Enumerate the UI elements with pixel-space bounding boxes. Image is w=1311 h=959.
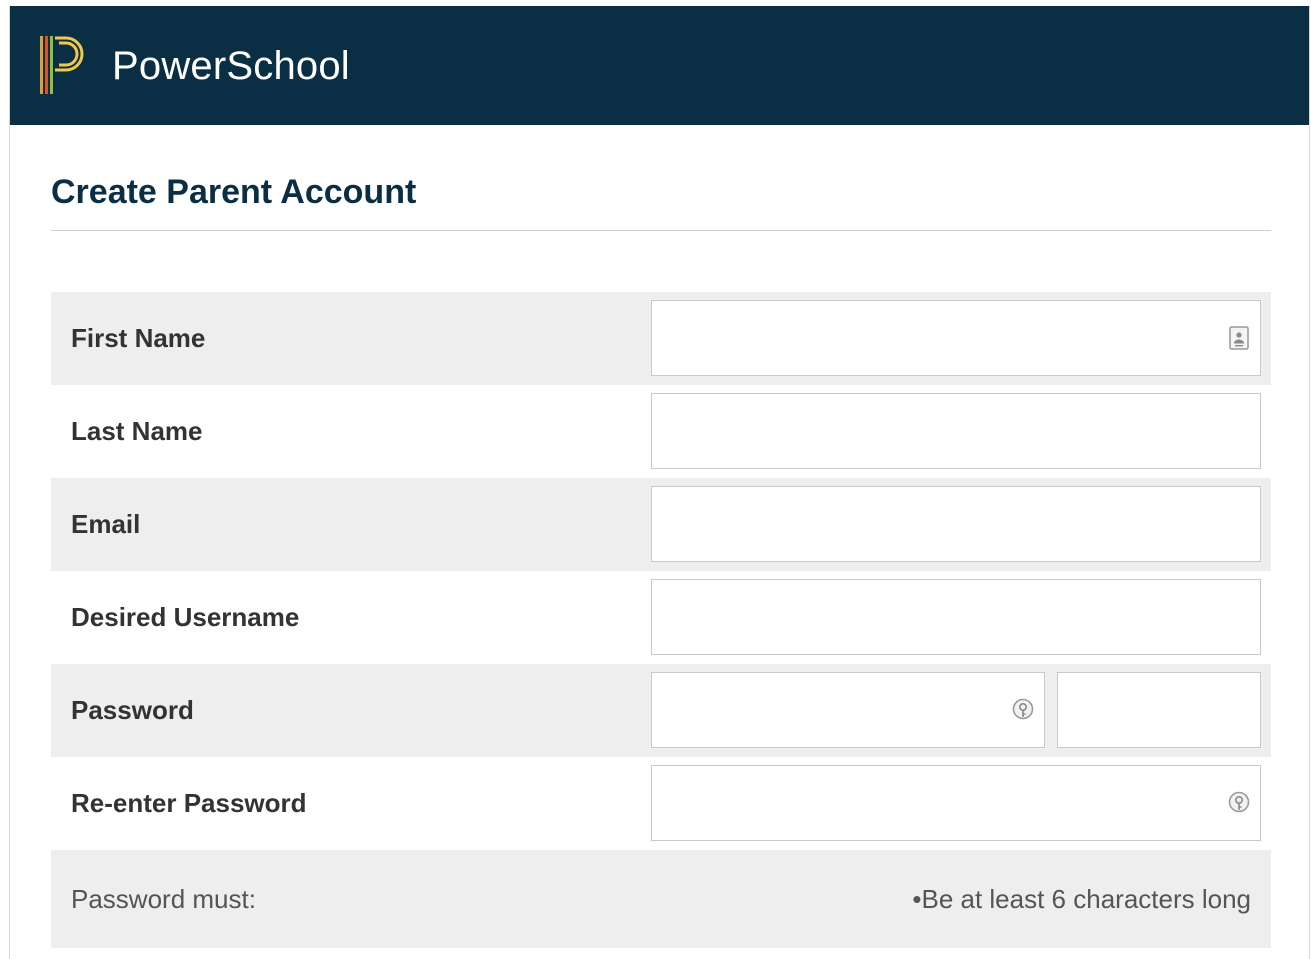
last-name-label: Last Name <box>71 416 203 446</box>
password-requirements-label: Password must: <box>71 884 256 914</box>
app-header: PowerSchool <box>10 6 1309 125</box>
powerschool-logo-icon <box>40 36 84 94</box>
username-field-wrapper <box>651 579 1261 655</box>
page-frame: PowerSchool Create Parent Account First … <box>9 6 1310 959</box>
password-requirements-row: Password must: •Be at least 6 characters… <box>51 850 1271 948</box>
form-row-email: Email <box>51 478 1271 571</box>
contact-card-icon[interactable] <box>1226 325 1252 351</box>
page-title: Create Parent Account <box>51 173 417 211</box>
form-row-password: Password <box>51 664 1271 757</box>
first-name-input[interactable] <box>652 301 1260 375</box>
form-row-first-name: First Name <box>51 292 1271 385</box>
password-input[interactable] <box>652 673 1044 747</box>
reenter-password-label: Re-enter Password <box>71 788 307 818</box>
last-name-input[interactable] <box>652 394 1260 468</box>
email-input[interactable] <box>652 487 1260 561</box>
last-name-field-wrapper <box>651 393 1261 469</box>
password-key-icon[interactable] <box>1226 790 1252 816</box>
username-input[interactable] <box>652 580 1260 654</box>
username-label: Desired Username <box>71 602 300 632</box>
password-strength-field <box>1058 673 1260 747</box>
first-name-label: First Name <box>71 323 206 353</box>
reenter-password-input[interactable] <box>652 766 1260 840</box>
create-account-form: First Name Last Name Email Desired Usern… <box>51 292 1271 948</box>
first-name-field-wrapper <box>651 300 1261 376</box>
password-label: Password <box>71 695 194 725</box>
password-rule-length: •Be at least 6 characters long <box>912 884 1251 914</box>
title-divider <box>51 230 1271 231</box>
form-row-reenter-password: Re-enter Password <box>51 757 1271 850</box>
reenter-password-field-wrapper <box>651 765 1261 841</box>
email-field-wrapper <box>651 486 1261 562</box>
password-field-wrapper <box>651 672 1045 748</box>
form-row-last-name: Last Name <box>51 385 1271 478</box>
form-row-username: Desired Username <box>51 571 1271 664</box>
brand-name: PowerSchool <box>112 44 350 88</box>
password-key-icon[interactable] <box>1010 697 1036 723</box>
password-strength-box <box>1057 672 1261 748</box>
email-label: Email <box>71 509 141 539</box>
